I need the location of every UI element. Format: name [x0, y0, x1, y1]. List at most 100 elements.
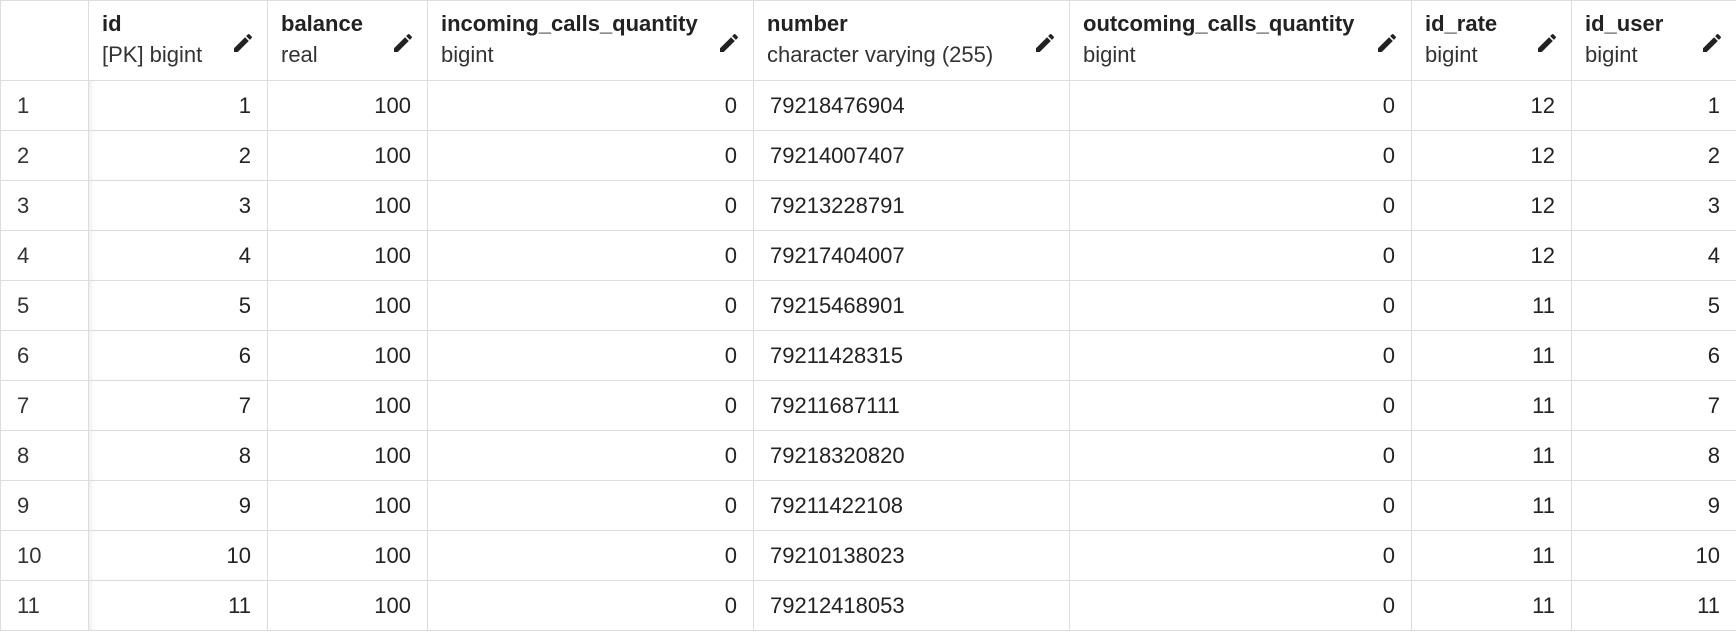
table-row[interactable]: 2 2 100 0 79214007407 0 12 2 — [0, 130, 1736, 181]
row-number-header[interactable] — [0, 0, 89, 81]
cell-incoming-calls-quantity[interactable]: 0 — [427, 580, 754, 631]
row-number-cell[interactable]: 2 — [0, 130, 89, 181]
cell-id[interactable]: 5 — [88, 280, 268, 331]
cell-balance[interactable]: 100 — [267, 480, 428, 531]
table-row[interactable]: 6 6 100 0 79211428315 0 11 6 — [0, 330, 1736, 381]
cell-id-rate[interactable]: 11 — [1411, 530, 1572, 581]
column-header-outcoming-calls-quantity[interactable]: outcoming_calls_quantity bigint — [1069, 0, 1412, 81]
cell-id-user[interactable]: 2 — [1571, 130, 1736, 181]
row-number-cell[interactable]: 5 — [0, 280, 89, 331]
column-header-balance[interactable]: balance real — [267, 0, 428, 81]
pencil-icon[interactable] — [717, 31, 741, 55]
cell-number[interactable]: 79215468901 — [753, 280, 1070, 331]
row-number-cell[interactable]: 6 — [0, 330, 89, 381]
table-row[interactable]: 7 7 100 0 79211687111 0 11 7 — [0, 380, 1736, 431]
table-row[interactable]: 8 8 100 0 79218320820 0 11 8 — [0, 430, 1736, 481]
cell-outcoming-calls-quantity[interactable]: 0 — [1069, 280, 1412, 331]
row-number-cell[interactable]: 9 — [0, 480, 89, 531]
cell-id-rate[interactable]: 12 — [1411, 130, 1572, 181]
cell-id-rate[interactable]: 12 — [1411, 80, 1572, 131]
cell-incoming-calls-quantity[interactable]: 0 — [427, 180, 754, 231]
row-number-cell[interactable]: 8 — [0, 430, 89, 481]
cell-outcoming-calls-quantity[interactable]: 0 — [1069, 530, 1412, 581]
row-number-cell[interactable]: 3 — [0, 180, 89, 231]
cell-balance[interactable]: 100 — [267, 180, 428, 231]
cell-balance[interactable]: 100 — [267, 130, 428, 181]
cell-balance[interactable]: 100 — [267, 430, 428, 481]
table-row[interactable]: 1 1 100 0 79218476904 0 12 1 — [0, 80, 1736, 131]
cell-outcoming-calls-quantity[interactable]: 0 — [1069, 380, 1412, 431]
cell-id-user[interactable]: 11 — [1571, 580, 1736, 631]
cell-id-user[interactable]: 3 — [1571, 180, 1736, 231]
cell-id[interactable]: 3 — [88, 180, 268, 231]
cell-balance[interactable]: 100 — [267, 530, 428, 581]
cell-number[interactable]: 79212418053 — [753, 580, 1070, 631]
cell-number[interactable]: 79211687111 — [753, 380, 1070, 431]
row-number-cell[interactable]: 7 — [0, 380, 89, 431]
cell-number[interactable]: 79214007407 — [753, 130, 1070, 181]
column-header-id[interactable]: id [PK] bigint — [88, 0, 268, 81]
cell-id-rate[interactable]: 12 — [1411, 230, 1572, 281]
cell-outcoming-calls-quantity[interactable]: 0 — [1069, 430, 1412, 481]
cell-id-rate[interactable]: 11 — [1411, 330, 1572, 381]
cell-balance[interactable]: 100 — [267, 80, 428, 131]
cell-id-user[interactable]: 5 — [1571, 280, 1736, 331]
cell-number[interactable]: 79211422108 — [753, 480, 1070, 531]
table-row[interactable]: 3 3 100 0 79213228791 0 12 3 — [0, 180, 1736, 231]
cell-id[interactable]: 11 — [88, 580, 268, 631]
cell-id-user[interactable]: 6 — [1571, 330, 1736, 381]
cell-balance[interactable]: 100 — [267, 330, 428, 381]
cell-id[interactable]: 10 — [88, 530, 268, 581]
pencil-icon[interactable] — [1700, 31, 1724, 55]
cell-outcoming-calls-quantity[interactable]: 0 — [1069, 580, 1412, 631]
cell-balance[interactable]: 100 — [267, 230, 428, 281]
column-header-id-rate[interactable]: id_rate bigint — [1411, 0, 1572, 81]
cell-incoming-calls-quantity[interactable]: 0 — [427, 530, 754, 581]
table-row[interactable]: 5 5 100 0 79215468901 0 11 5 — [0, 280, 1736, 331]
cell-id[interactable]: 8 — [88, 430, 268, 481]
cell-incoming-calls-quantity[interactable]: 0 — [427, 80, 754, 131]
cell-incoming-calls-quantity[interactable]: 0 — [427, 380, 754, 431]
cell-balance[interactable]: 100 — [267, 380, 428, 431]
cell-balance[interactable]: 100 — [267, 280, 428, 331]
cell-number[interactable]: 79218476904 — [753, 80, 1070, 131]
cell-number[interactable]: 79217404007 — [753, 230, 1070, 281]
cell-outcoming-calls-quantity[interactable]: 0 — [1069, 230, 1412, 281]
row-number-cell[interactable]: 11 — [0, 580, 89, 631]
pencil-icon[interactable] — [1375, 31, 1399, 55]
cell-number[interactable]: 79213228791 — [753, 180, 1070, 231]
column-header-id-user[interactable]: id_user bigint — [1571, 0, 1736, 81]
cell-incoming-calls-quantity[interactable]: 0 — [427, 130, 754, 181]
cell-id-rate[interactable]: 11 — [1411, 280, 1572, 331]
cell-id[interactable]: 4 — [88, 230, 268, 281]
cell-id[interactable]: 2 — [88, 130, 268, 181]
cell-id-user[interactable]: 10 — [1571, 530, 1736, 581]
cell-id-user[interactable]: 4 — [1571, 230, 1736, 281]
pencil-icon[interactable] — [1033, 31, 1057, 55]
cell-incoming-calls-quantity[interactable]: 0 — [427, 330, 754, 381]
cell-incoming-calls-quantity[interactable]: 0 — [427, 480, 754, 531]
cell-number[interactable]: 79218320820 — [753, 430, 1070, 481]
cell-number[interactable]: 79210138023 — [753, 530, 1070, 581]
cell-id-rate[interactable]: 12 — [1411, 180, 1572, 231]
pencil-icon[interactable] — [231, 31, 255, 55]
cell-outcoming-calls-quantity[interactable]: 0 — [1069, 80, 1412, 131]
cell-id[interactable]: 9 — [88, 480, 268, 531]
cell-incoming-calls-quantity[interactable]: 0 — [427, 430, 754, 481]
cell-id-user[interactable]: 9 — [1571, 480, 1736, 531]
cell-id-user[interactable]: 1 — [1571, 80, 1736, 131]
cell-id-rate[interactable]: 11 — [1411, 430, 1572, 481]
cell-id-rate[interactable]: 11 — [1411, 580, 1572, 631]
cell-outcoming-calls-quantity[interactable]: 0 — [1069, 330, 1412, 381]
cell-number[interactable]: 79211428315 — [753, 330, 1070, 381]
table-row[interactable]: 11 11 100 0 79212418053 0 11 11 — [0, 580, 1736, 631]
cell-outcoming-calls-quantity[interactable]: 0 — [1069, 480, 1412, 531]
cell-outcoming-calls-quantity[interactable]: 0 — [1069, 180, 1412, 231]
row-number-cell[interactable]: 4 — [0, 230, 89, 281]
cell-outcoming-calls-quantity[interactable]: 0 — [1069, 130, 1412, 181]
table-row[interactable]: 4 4 100 0 79217404007 0 12 4 — [0, 230, 1736, 281]
pencil-icon[interactable] — [1535, 31, 1559, 55]
cell-id-rate[interactable]: 11 — [1411, 380, 1572, 431]
cell-id-user[interactable]: 8 — [1571, 430, 1736, 481]
pencil-icon[interactable] — [391, 31, 415, 55]
